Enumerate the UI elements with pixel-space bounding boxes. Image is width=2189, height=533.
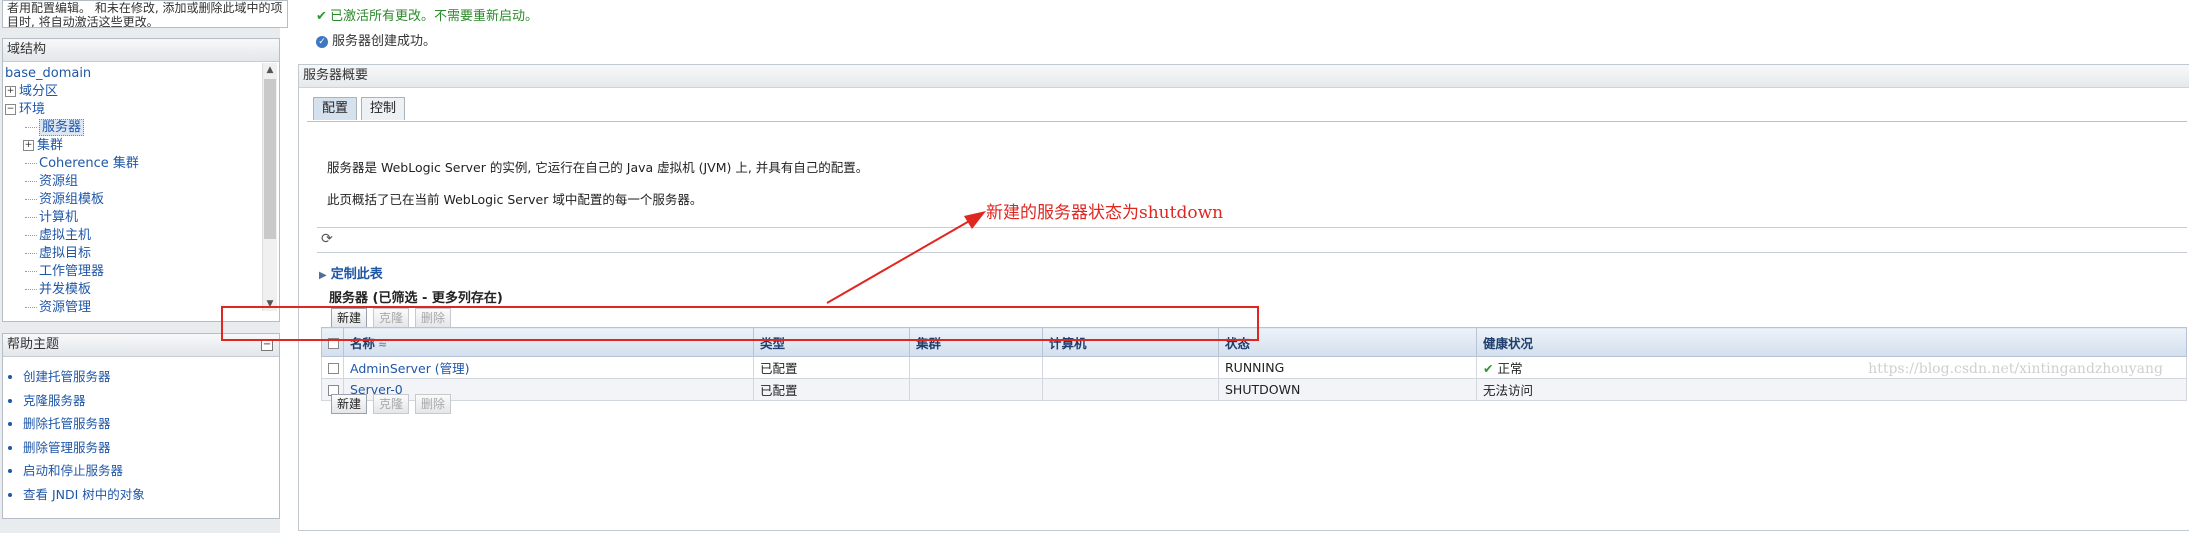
table-toolbar: ⟳ xyxy=(317,227,2187,253)
help-link[interactable]: 启动和停止服务器 xyxy=(23,459,279,483)
refresh-icon[interactable]: ⟳ xyxy=(321,231,333,247)
tree-item-virtual-targets[interactable]: 虚拟目标 xyxy=(5,245,257,263)
description-2: 此页概括了已在当前 WebLogic Server 域中配置的每一个服务器。 xyxy=(327,192,703,207)
tree-item-clusters[interactable]: + 集群 xyxy=(5,137,257,155)
expand-icon[interactable]: + xyxy=(5,86,16,97)
change-center-notice: 者用配置编辑。 和未在修改, 添加或删除此域中的项目时, 将自动激活这些更改。 xyxy=(2,0,288,28)
checkmark-icon: ✔ xyxy=(316,9,327,24)
tree-item-base-domain[interactable]: base_domain xyxy=(5,65,257,83)
row-checkbox[interactable] xyxy=(328,363,339,374)
help-link[interactable]: 删除管理服务器 xyxy=(23,436,279,460)
collapse-icon[interactable]: − xyxy=(5,104,16,115)
tree-item-domain-partitions[interactable]: + 域分区 xyxy=(5,83,257,101)
checkmark-icon: ✔ xyxy=(1483,361,1494,376)
table-buttons-bottom: 新建 克隆 删除 xyxy=(331,394,457,414)
new-button[interactable]: 新建 xyxy=(331,394,368,414)
left-column: 者用配置编辑。 和未在修改, 添加或删除此域中的项目时, 将自动激活这些更改。 … xyxy=(0,0,288,533)
annotation-text: 新建的服务器状态为shutdown xyxy=(986,203,1224,223)
scroll-thumb[interactable] xyxy=(264,79,276,239)
customize-table-link[interactable]: ▶ 定制此表 xyxy=(319,263,383,282)
domain-tree: base_domain + 域分区 − 环境 服务器 + 集群 Coherence 集… xyxy=(5,65,257,317)
server-summary-panel: 服务器概要 配置 控制 服务器是 WebLogic Server 的实例, 它运… xyxy=(298,64,2189,531)
tree-item-servers[interactable]: 服务器 xyxy=(5,119,257,137)
tree-item-resource-management[interactable]: 资源管理 xyxy=(5,299,257,317)
server-state: SHUTDOWN xyxy=(1218,378,1477,401)
tab-bar: 配置 控制 xyxy=(313,97,409,121)
table-row: Server-0 已配置 SHUTDOWN 无法访问 xyxy=(321,378,2187,401)
column-header-health[interactable]: 健康状况 xyxy=(1476,327,2187,357)
clone-button[interactable]: 克隆 xyxy=(373,394,410,414)
help-link[interactable]: 查看 JNDI 树中的对象 xyxy=(23,483,279,507)
help-link[interactable]: 创建托管服务器 xyxy=(23,365,279,389)
annotation-highlight-box xyxy=(221,306,1259,341)
main-content: ✔ 已激活所有更改。不需要重新启动。 ✓ 服务器创建成功。 服务器概要 配置 控制 … xyxy=(290,0,2189,533)
tree-item-work-managers[interactable]: 工作管理器 xyxy=(5,263,257,281)
tree-scrollbar[interactable]: ▲ ▼ xyxy=(262,63,277,311)
domain-structure-panel: 域结构 base_domain + 域分区 − 环境 服务器 + 集群 Coheren… xyxy=(2,38,280,322)
server-state: RUNNING xyxy=(1218,356,1477,379)
help-topics-panel: 帮助主题 − 创建托管服务器 克隆服务器 删除托管服务器 删除管理服务器 启动和… xyxy=(2,333,280,519)
tree-item-environment[interactable]: − 环境 xyxy=(5,101,257,119)
tree-item-resource-group-templates[interactable]: 资源组模板 xyxy=(5,191,257,209)
info-icon: ✓ xyxy=(316,35,328,48)
domain-structure-title: 域结构 xyxy=(3,39,279,62)
tree-item-virtual-hosts[interactable]: 虚拟主机 xyxy=(5,227,257,245)
help-topics-list: 创建托管服务器 克隆服务器 删除托管服务器 删除管理服务器 启动和停止服务器 查… xyxy=(3,365,279,506)
server-health: 无法访问 xyxy=(1476,378,2187,401)
activation-message: ✔ 已激活所有更改。不需要重新启动。 xyxy=(316,9,539,24)
table-caption: 服务器 (已筛选 - 更多列存在) xyxy=(329,291,503,306)
tab-configuration[interactable]: 配置 xyxy=(313,97,358,120)
expand-icon[interactable]: + xyxy=(23,140,34,151)
description-1: 服务器是 WebLogic Server 的实例, 它运行在自己的 Java 虚… xyxy=(327,160,869,175)
summary-title: 服务器概要 xyxy=(299,65,2189,88)
tab-control[interactable]: 控制 xyxy=(361,97,406,120)
tree-item-concurrent-templates[interactable]: 并发模板 xyxy=(5,281,257,299)
watermark: https://blog.csdn.net/xintingandzhouyang xyxy=(1868,361,2163,377)
delete-button[interactable]: 删除 xyxy=(415,394,452,414)
tree-item-machines[interactable]: 计算机 xyxy=(5,209,257,227)
notice-text: 者用配置编辑。 和未在修改, 添加或删除此域中的项目时, 将自动激活这些更改。 xyxy=(7,1,283,28)
help-link[interactable]: 删除托管服务器 xyxy=(23,412,279,436)
server-link[interactable]: AdminServer (管理) xyxy=(350,361,470,376)
help-link[interactable]: 克隆服务器 xyxy=(23,389,279,413)
tree-item-coherence-clusters[interactable]: Coherence 集群 xyxy=(5,155,257,173)
scroll-up-icon[interactable]: ▲ xyxy=(263,63,277,77)
triangle-right-icon: ▶ xyxy=(319,270,327,281)
tree-item-resource-groups[interactable]: 资源组 xyxy=(5,173,257,191)
creation-message: ✓ 服务器创建成功。 xyxy=(316,30,436,49)
